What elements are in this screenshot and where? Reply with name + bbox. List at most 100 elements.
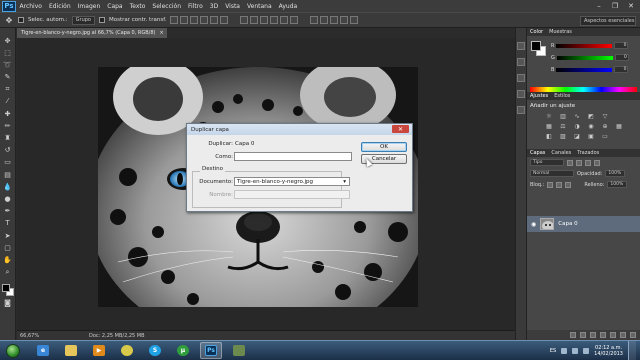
dialog-titlebar[interactable]: Duplicar capa ✕ [187,124,412,135]
align-center-icon[interactable] [210,16,219,24]
network-icon[interactable] [572,348,579,354]
menu-texto[interactable]: Texto [126,3,149,10]
brightness-icon[interactable]: ☼ [545,113,553,120]
tab-swatches[interactable]: Muestras [549,29,572,35]
menu-archivo[interactable]: Archivo [16,3,45,10]
eraser-tool-icon[interactable]: ▭ [3,158,13,167]
taskbar-photoshop[interactable]: Ps [200,342,222,359]
slider-green[interactable]: G 0 [551,54,629,61]
document-dropdown[interactable]: Tigre-en-blanco-y-negro.jpg ▾ [234,177,350,186]
document-tab[interactable]: Tigre-en-blanco-y-negro.jpg al 66,7% (Ca… [17,28,167,38]
distribute-left-icon[interactable] [270,16,279,24]
slider-blue-track[interactable] [556,67,613,72]
color-swatches[interactable] [1,283,14,296]
new-group-icon[interactable] [610,332,616,338]
invert-icon[interactable]: ◧ [545,133,553,140]
taskbar-chat[interactable] [116,342,138,359]
trash-icon[interactable] [630,332,636,338]
menu-ayuda[interactable]: Ayuda [275,3,301,10]
clone-stamp-tool-icon[interactable]: ♜ [3,134,13,143]
distribute-middle-icon[interactable] [250,16,259,24]
hue-saturation-icon[interactable]: ▦ [545,123,553,130]
3d-roll-icon[interactable] [320,16,329,24]
clock[interactable]: 02:12 a.m. 14/02/2013 [594,345,623,358]
gradient-tool-icon[interactable]: ▤ [3,170,13,179]
type-tool-icon[interactable]: T [3,219,13,228]
panel-foreground-swatch[interactable] [531,41,541,51]
properties-panel-icon[interactable] [517,58,525,66]
filter-pixel-icon[interactable] [567,159,573,166]
blend-mode-dropdown[interactable]: Normal [530,170,574,177]
auto-select-checkbox[interactable] [18,17,24,23]
link-layers-icon[interactable] [570,332,576,338]
show-transform-checkbox[interactable] [99,17,105,23]
show-desktop-button[interactable] [628,341,636,360]
color-balance-icon[interactable]: ⚖ [559,123,567,130]
menu-3d[interactable]: 3D [206,3,221,10]
taskbar-skype[interactable]: S [144,342,166,359]
fill-input[interactable]: 100% [607,181,628,188]
menu-vista[interactable]: Vista [222,3,244,10]
distribute-bottom-icon[interactable] [260,16,269,24]
paragraph-panel-icon[interactable] [517,106,525,114]
taskbar-explorer[interactable] [60,342,82,359]
adjustment-layer-icon[interactable] [600,332,606,338]
3d-rotate-icon[interactable] [310,16,319,24]
auto-select-dropdown[interactable]: Grupo [71,15,95,25]
slider-red[interactable]: R 0 [551,42,629,49]
eyedropper-tool-icon[interactable]: ⁄ [3,97,13,106]
path-select-tool-icon[interactable]: ➤ [3,231,13,240]
foreground-color-swatch[interactable] [1,283,10,292]
slider-red-track[interactable] [556,43,613,48]
shape-tool-icon[interactable]: ▢ [3,243,13,252]
slider-blue-value[interactable]: 0 [614,66,629,73]
minimize-button[interactable]: – [592,1,606,10]
lasso-tool-icon[interactable]: ➰ [3,60,13,69]
healing-brush-tool-icon[interactable]: ✚ [3,109,13,118]
gradient-map-icon[interactable]: ▭ [601,133,609,140]
menu-filtro[interactable]: Filtro [185,3,207,10]
ok-button[interactable]: OK [361,142,407,152]
marquee-tool-icon[interactable]: ⬚ [3,48,13,57]
opacity-input[interactable]: 100% [605,170,626,177]
tab-layers[interactable]: Capas [530,150,545,156]
new-layer-icon[interactable] [620,332,626,338]
distribute-top-icon[interactable] [240,16,249,24]
zoom-readout[interactable]: 66,67% [17,333,41,339]
blur-tool-icon[interactable]: 💧 [3,182,13,191]
filter-adjustment-icon[interactable] [576,159,582,166]
menu-ventana[interactable]: Ventana [243,3,275,10]
lock-pixels-icon[interactable] [547,181,554,188]
hand-tool-icon[interactable]: ✋ [3,255,13,264]
layer-name-input[interactable] [234,152,352,161]
filter-type-icon[interactable] [585,159,591,166]
tab-adjustments[interactable]: Ajustes [530,93,548,99]
character-panel-icon[interactable] [517,90,525,98]
menu-imagen[interactable]: Imagen [74,3,104,10]
exposure-icon[interactable]: ◩ [587,113,595,120]
move-tool-icon[interactable]: ✥ [3,36,13,45]
brush-tool-icon[interactable]: ✏ [3,121,13,130]
tab-color[interactable]: Color [530,29,543,35]
history-panel-icon[interactable] [517,42,525,50]
slider-red-value[interactable]: 0 [614,42,629,49]
filter-shape-icon[interactable] [594,159,600,166]
taskbar-ie[interactable]: e [32,342,54,359]
align-left-icon[interactable] [200,16,209,24]
pen-tool-icon[interactable]: ✒ [3,207,13,216]
color-lookup-icon[interactable]: ▦ [615,123,623,130]
menu-edicion[interactable]: Edición [45,3,74,10]
start-button[interactable] [6,343,20,358]
slider-blue[interactable]: B 0 [551,66,629,73]
tab-channels[interactable]: Canales [551,150,571,156]
quick-select-tool-icon[interactable]: ✎ [3,73,13,82]
taskbar-app[interactable] [228,342,250,359]
lock-all-icon[interactable] [565,181,572,188]
workspace-dropdown[interactable]: Aspectos esenciales [580,16,636,26]
tab-paths[interactable]: Trazados [577,150,599,156]
menu-seleccion[interactable]: Selección [149,3,185,10]
slider-green-value[interactable]: 0 [614,54,629,61]
layer-row[interactable]: ◉ Capa 0 [527,216,640,232]
threshold-icon[interactable]: ◪ [573,133,581,140]
crop-tool-icon[interactable]: ⌗ [3,85,13,94]
